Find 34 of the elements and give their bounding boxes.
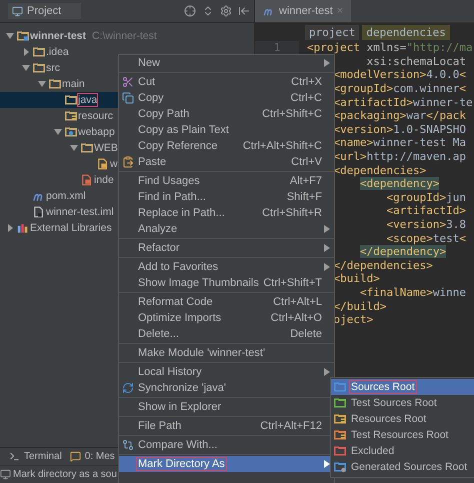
code-line: <modelVersion>4.0.0< xyxy=(334,68,466,82)
status-text: Mark directory as a sou xyxy=(13,469,117,480)
code-line: xsi:schemaLocat xyxy=(366,54,466,68)
tree-item-label: winner-test xyxy=(30,30,86,42)
tree-item-label: java xyxy=(78,94,98,106)
tree-item-label: .idea xyxy=(46,46,69,58)
tree-item-label: WEB xyxy=(94,142,118,154)
tree-item-label: webapp xyxy=(78,126,115,138)
code-line: </build> xyxy=(334,300,386,313)
code-line: <scope>test< xyxy=(386,232,466,245)
tree-item-label: winner-test.iml xyxy=(46,206,114,218)
code-line: <dependencies> xyxy=(334,164,426,177)
tree-item-label: External Libraries xyxy=(30,222,112,234)
tree-item-label: w xyxy=(110,158,118,170)
code-line: <finalName>winne xyxy=(360,286,466,299)
tree-item-label: pom.xml xyxy=(46,190,86,202)
code-line: <project xmlns="http://ma xyxy=(307,41,473,54)
code-line: </dependencies> xyxy=(334,258,433,272)
code-line: <packaging>war</pack xyxy=(334,109,466,122)
project-path: C:\winner-test xyxy=(92,30,157,42)
code-line: <name>winner-test Ma xyxy=(334,136,466,150)
code-line: <url>http://maven.ap xyxy=(334,150,466,164)
code-line: oject> xyxy=(334,313,374,326)
code-line: <artifactId>winner-te xyxy=(334,96,473,109)
tree-item-label: inde xyxy=(94,174,114,186)
code-line: <version>3.8 xyxy=(386,218,466,232)
tree-item-label: resourc xyxy=(78,110,114,122)
code-line: <groupId>com.winner< xyxy=(334,82,466,96)
code-line: <artifactId> xyxy=(386,204,466,218)
tree-item-label: main xyxy=(62,78,85,90)
code-line: <groupId>jun xyxy=(386,190,466,204)
tree-item-label: src xyxy=(46,62,60,74)
code-line: <version>1.0-SNAPSHO xyxy=(334,122,466,136)
code-line: <build> xyxy=(334,272,380,286)
